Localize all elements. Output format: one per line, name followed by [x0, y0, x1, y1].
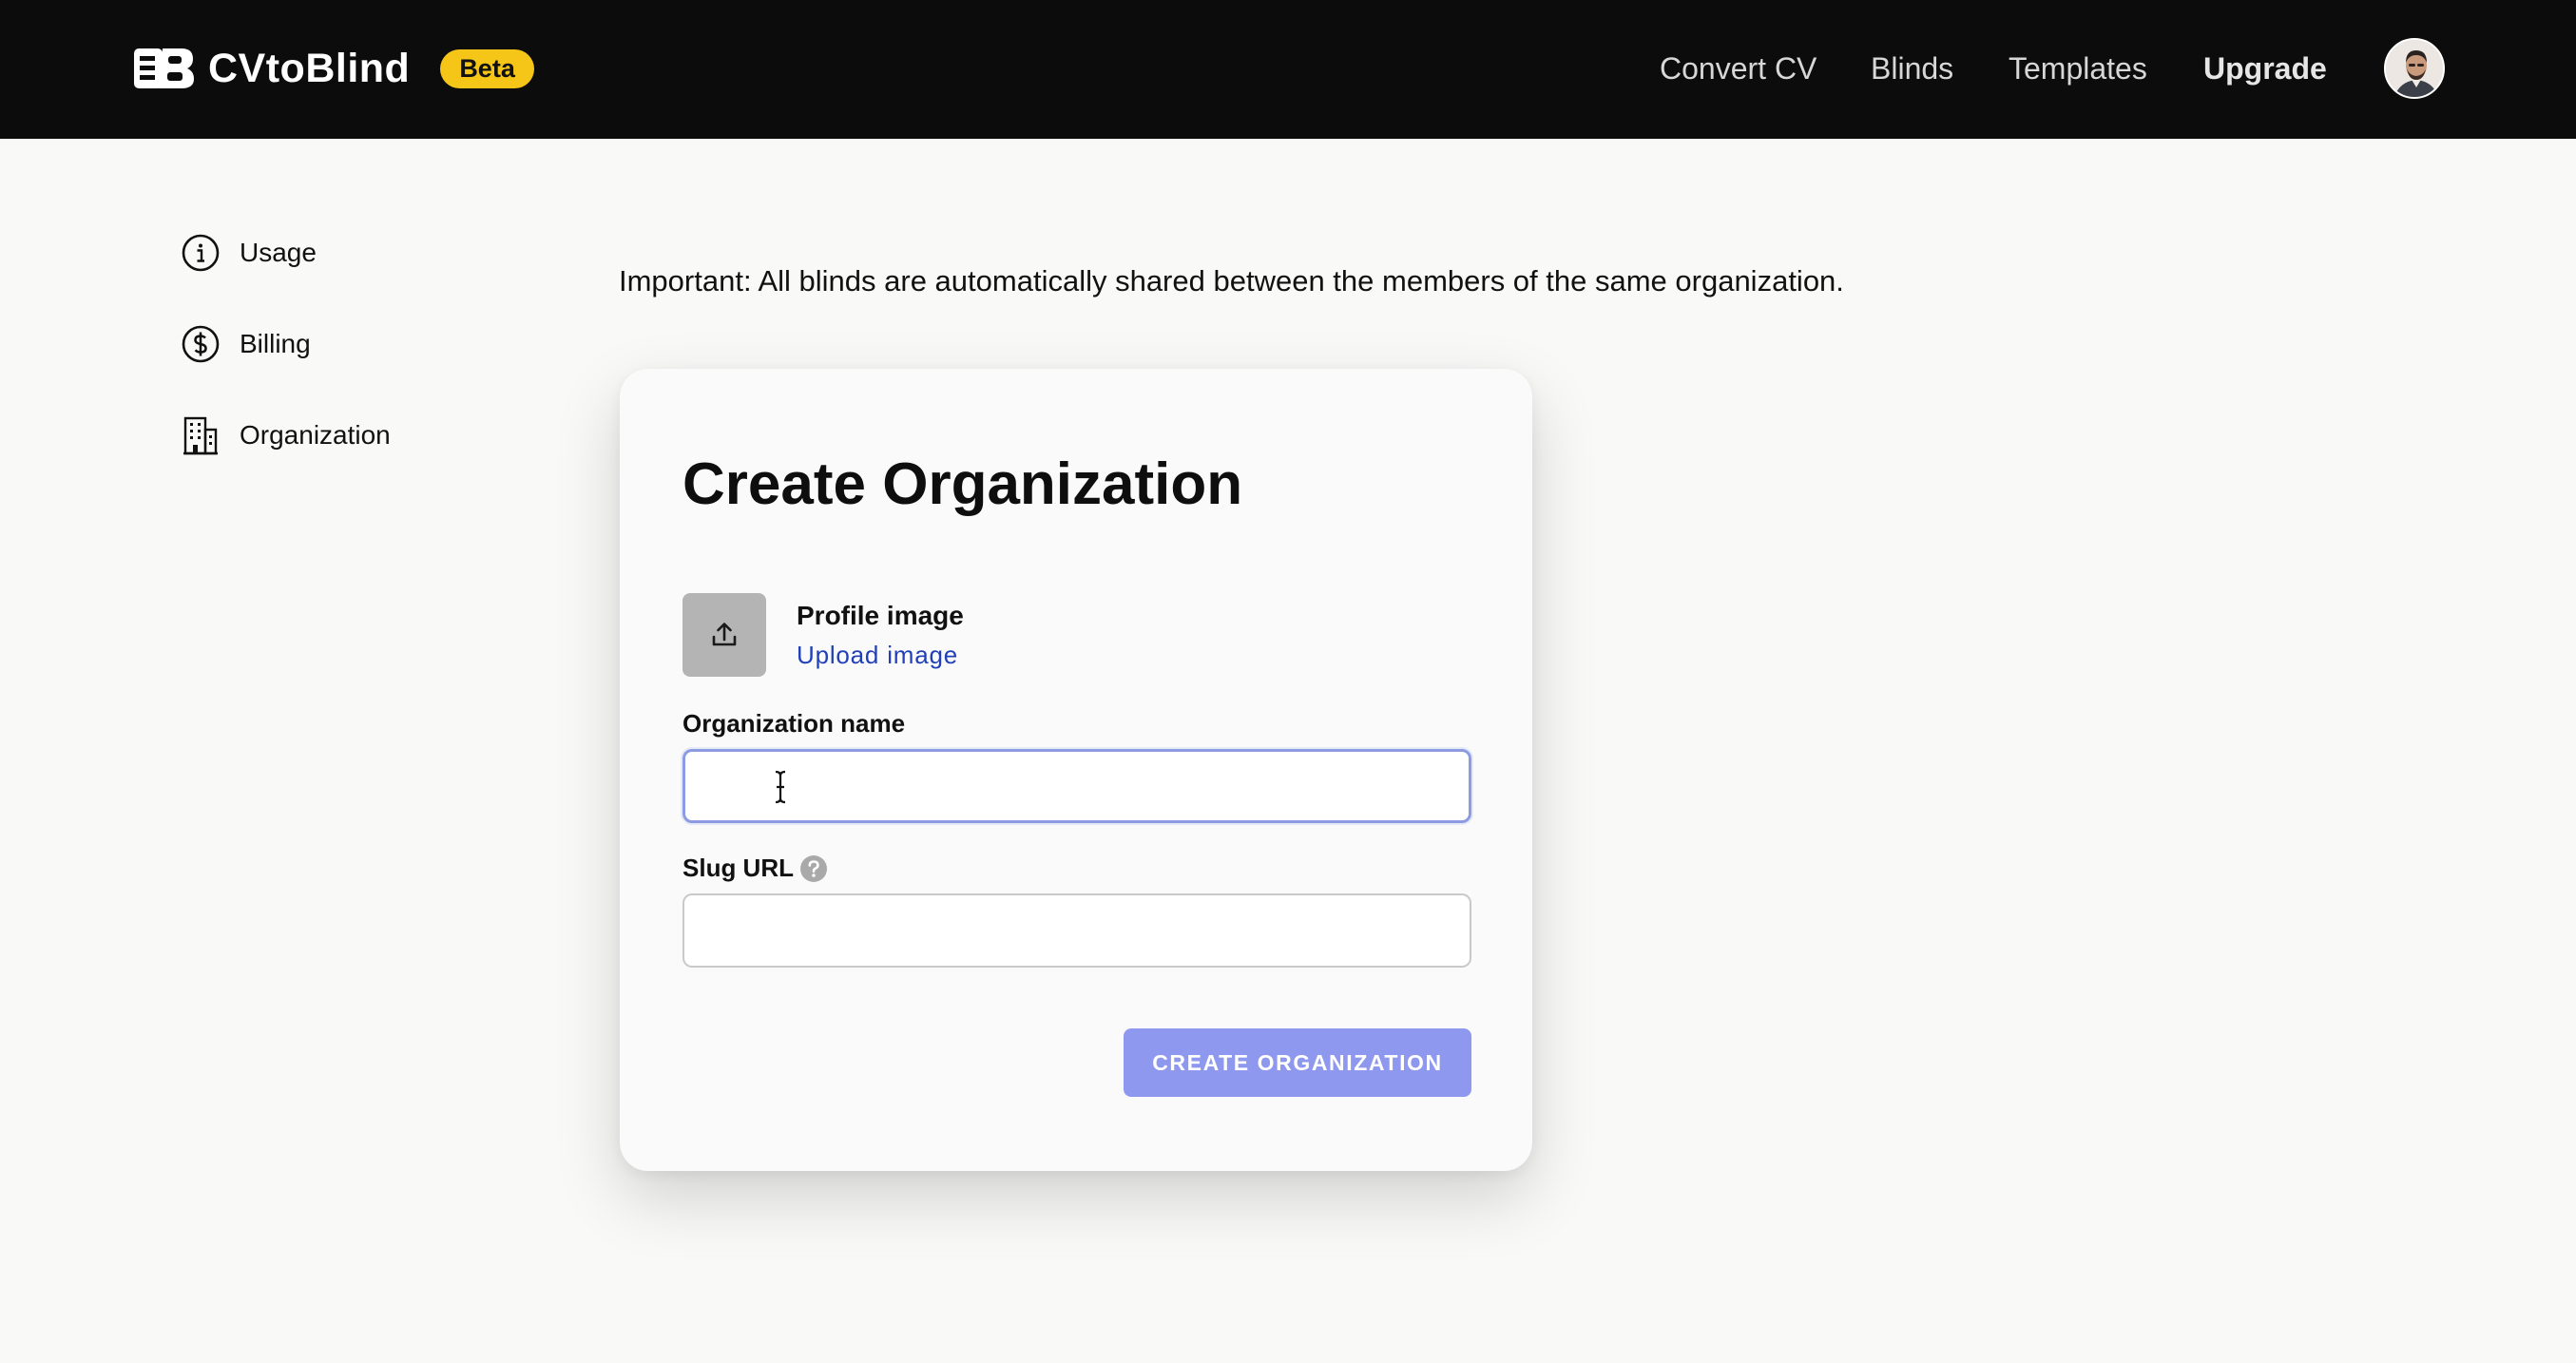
- organization-name-label: Organization name: [682, 709, 905, 739]
- slug-url-input[interactable]: [682, 893, 1471, 968]
- dollar-circle-icon: [182, 325, 220, 363]
- slug-url-label: Slug URL: [682, 854, 828, 883]
- nav-link-upgrade[interactable]: Upgrade: [2203, 46, 2327, 91]
- main-nav: Convert CV Blinds Templates Upgrade: [0, 46, 2576, 91]
- sidebar-item-label: Billing: [240, 329, 311, 358]
- nav-link-convert-cv[interactable]: Convert CV: [1660, 46, 1817, 91]
- upload-image-link[interactable]: Upload image: [797, 641, 958, 670]
- organization-name-input[interactable]: [682, 749, 1471, 823]
- info-circle-icon: [182, 234, 220, 272]
- sidebar-item-billing[interactable]: Billing: [181, 323, 311, 365]
- shared-blinds-notice: Important: All blinds are automatically …: [619, 264, 1844, 298]
- profile-image-upload-button[interactable]: [682, 593, 766, 677]
- top-navigation-bar: CVtoBlind Beta Convert CV Blinds Templat…: [0, 0, 2576, 139]
- sidebar-item-usage[interactable]: Usage: [181, 232, 317, 274]
- create-organization-card: Create Organization Profile image Upload…: [620, 369, 1532, 1171]
- form-title: Create Organization: [682, 451, 1243, 517]
- sidebar-item-label: Organization: [240, 420, 391, 450]
- create-organization-button[interactable]: CREATE ORGANIZATION: [1124, 1028, 1471, 1097]
- sidebar-item-label: Usage: [240, 238, 317, 267]
- upload-icon: [712, 623, 737, 646]
- nav-link-templates[interactable]: Templates: [2009, 46, 2147, 91]
- building-icon: [183, 416, 218, 455]
- slug-url-label-text: Slug URL: [682, 854, 794, 882]
- user-avatar[interactable]: [2384, 38, 2445, 99]
- organization-name-label-text: Organization name: [682, 709, 906, 738]
- nav-link-blinds[interactable]: Blinds: [1871, 46, 1953, 91]
- profile-image-label: Profile image: [797, 601, 964, 630]
- help-question-icon[interactable]: [799, 854, 828, 883]
- sidebar-item-organization[interactable]: Organization: [181, 414, 391, 456]
